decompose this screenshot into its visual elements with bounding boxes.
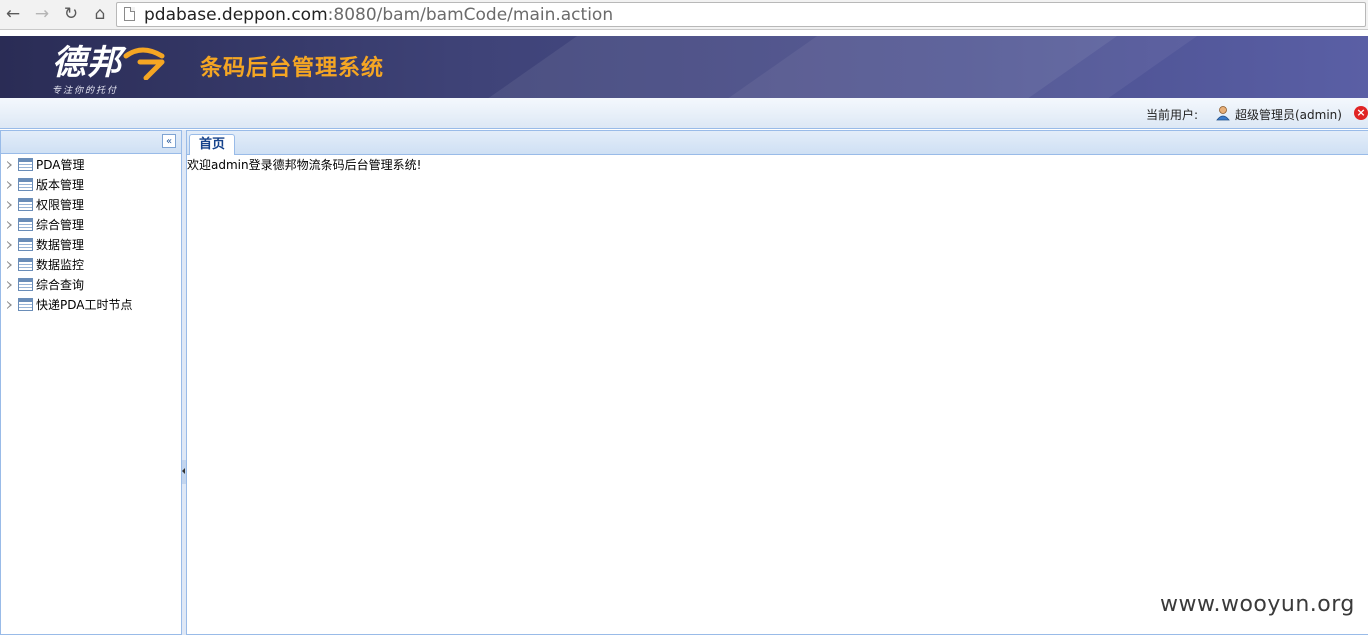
home-icon[interactable]: ⌂ xyxy=(88,3,112,25)
list-icon xyxy=(18,158,33,171)
url-host: pdabase.deppon.com xyxy=(144,5,328,25)
expand-arrow-icon[interactable] xyxy=(7,181,12,189)
forward-arrow-icon[interactable]: → xyxy=(30,3,54,25)
expand-arrow-icon[interactable] xyxy=(7,241,12,249)
back-arrow-icon[interactable]: ← xyxy=(1,3,25,25)
sidebar-item-monitor[interactable]: 数据监控 xyxy=(1,255,181,275)
system-title: 条码后台管理系统 xyxy=(200,56,385,81)
user-bar: 当前用户: 超级管理员(admin) × xyxy=(0,98,1368,129)
user-icon xyxy=(1216,106,1230,121)
list-icon xyxy=(18,238,33,251)
sidebar-item-label: 综合查询 xyxy=(36,278,85,292)
logo-text: 德邦 xyxy=(52,43,122,83)
sidebar-item-pda[interactable]: PDA管理 xyxy=(1,155,181,175)
address-bar[interactable]: pdabase.deppon.com:8080/bam/bamCode/main… xyxy=(116,2,1366,27)
logo-mark-icon xyxy=(123,47,165,80)
list-icon xyxy=(18,178,33,191)
sidebar-item-label: 权限管理 xyxy=(36,198,85,212)
browser-toolbar: ← → ↻ ⌂ pdabase.deppon.com:8080/bam/bamC… xyxy=(0,0,1368,30)
sidebar-item-data[interactable]: 数据管理 xyxy=(1,235,181,255)
current-user-label: 当前用户: xyxy=(1146,108,1199,122)
sidebar-item-label: 综合管理 xyxy=(36,218,85,232)
tab-strip: 首页 xyxy=(187,131,1368,155)
expand-arrow-icon[interactable] xyxy=(7,261,12,269)
sidebar-item-label: 快递PDA工时节点 xyxy=(36,298,133,312)
url-text[interactable]: pdabase.deppon.com:8080/bam/bamCode/main… xyxy=(144,4,613,26)
expand-arrow-icon[interactable] xyxy=(7,201,12,209)
tab-home[interactable]: 首页 xyxy=(189,134,235,155)
sidebar-header: « xyxy=(1,131,181,154)
welcome-message: 欢迎admin登录德邦物流条码后台管理系统! xyxy=(187,158,422,172)
main-content-panel: 首页 欢迎admin登录德邦物流条码后台管理系统! xyxy=(186,130,1368,635)
expand-arrow-icon[interactable] xyxy=(7,161,12,169)
list-icon xyxy=(18,278,33,291)
expand-arrow-icon[interactable] xyxy=(7,301,12,309)
sidebar-item-label: 数据管理 xyxy=(36,238,85,252)
sidebar-item-general[interactable]: 综合管理 xyxy=(1,215,181,235)
sidebar-item-label: PDA管理 xyxy=(36,158,85,172)
page-icon xyxy=(124,7,135,21)
sidebar-panel: « PDA管理 版本管理 权限管理 综合管理 数据管理 数据监控 综合查询 快递… xyxy=(0,130,182,635)
expand-arrow-icon[interactable] xyxy=(7,281,12,289)
sidebar-item-query[interactable]: 综合查询 xyxy=(1,275,181,295)
url-path: :8080/bam/bamCode/main.action xyxy=(327,5,614,25)
list-icon xyxy=(18,258,33,271)
sidebar-item-express-node[interactable]: 快递PDA工时节点 xyxy=(1,295,181,315)
watermark: www.wooyun.org xyxy=(1160,592,1355,617)
collapse-sidebar-icon[interactable]: « xyxy=(162,134,176,148)
expand-arrow-icon[interactable] xyxy=(7,221,12,229)
sidebar-item-label: 版本管理 xyxy=(36,178,85,192)
app-header-banner: 德邦 专注你的托付 条码后台管理系统 xyxy=(0,36,1368,98)
reload-icon[interactable]: ↻ xyxy=(59,3,83,25)
logout-close-icon[interactable]: × xyxy=(1354,106,1368,120)
sidebar-item-version[interactable]: 版本管理 xyxy=(1,175,181,195)
sidebar-item-permission[interactable]: 权限管理 xyxy=(1,195,181,215)
list-icon xyxy=(18,298,33,311)
sidebar-item-label: 数据监控 xyxy=(36,258,85,272)
logo-slogan: 专注你的托付 xyxy=(52,86,119,96)
list-icon xyxy=(18,218,33,231)
list-icon xyxy=(18,198,33,211)
user-name: 超级管理员(admin) xyxy=(1235,108,1342,122)
nav-tree: PDA管理 版本管理 权限管理 综合管理 数据管理 数据监控 综合查询 快递PD… xyxy=(1,155,181,315)
